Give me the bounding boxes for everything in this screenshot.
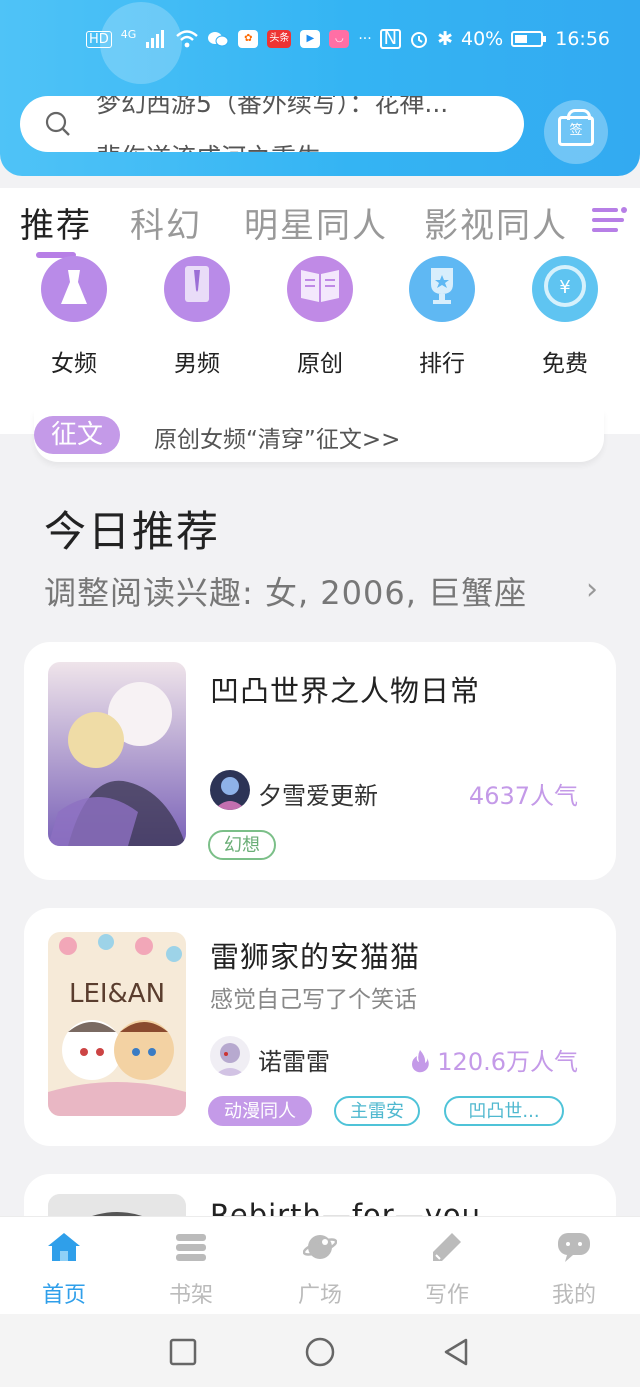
author-name: 夕雪爱更新 [258,782,378,810]
svg-text:LEI&AN: LEI&AN [69,979,165,1009]
popularity: 120.6万人气 [437,1048,578,1076]
home-circle-icon[interactable] [305,1337,335,1367]
tab-tv-fanfic[interactable]: 影视同人 [424,198,568,247]
book-tag[interactable]: 幻想 [208,830,276,860]
quick-link-male[interactable]: 男频 [152,256,242,378]
nav-write[interactable]: 写作 [402,1231,492,1309]
search-hint-scroller: 梦幻西游5（番外续写）：花禅... 悲伤逆流成河之重生 [96,96,496,152]
trophy-icon [409,256,475,322]
nfc-icon: N [379,29,402,49]
bluetooth-icon: ✱ [437,28,453,50]
nav-label: 我的 [551,1283,596,1308]
contest-tag: 征文 [34,416,120,454]
quick-link-label: 女频 [51,351,97,377]
header: HD 4G ✿ 头条 ▶ ◡ ··· N ✱ 40% 16:56 梦幻西游5（番… [0,0,640,176]
popularity: 4637人气 [468,782,578,810]
quick-link-ranking[interactable]: 排行 [397,256,487,378]
nav-square[interactable]: 广场 [275,1231,365,1309]
wifi-icon [176,30,199,48]
tab-celebrity-fanfic[interactable]: 明星同人 [244,198,388,247]
author-name: 诺雷雷 [258,1048,330,1076]
quick-links: 女频 男频 原创 排行 ¥ 免费 [0,256,640,434]
popularity-hot: 120.6万人气 [410,1042,578,1077]
nav-label: 广场 [297,1283,342,1308]
book-title: 凹凸世界之人物日常 [210,674,481,708]
bottom-navigation: 首页 书架 广场 写作 我的 [0,1216,640,1314]
book-cover[interactable] [48,662,186,846]
dress-icon [41,256,107,322]
quick-link-label: 免费 [542,351,588,377]
back-icon[interactable] [442,1337,470,1367]
quick-link-free[interactable]: ¥ 免费 [520,256,610,378]
chevron-right-icon[interactable]: › [586,572,598,607]
pen-icon [433,1233,461,1261]
checkin-button[interactable]: 签 [544,100,608,164]
more-notifications: ··· [358,31,372,47]
search-hint: 悲伤逆流成河之重生 [96,134,496,152]
quick-link-label: 原创 [297,351,343,377]
category-tabs: 推荐 科幻 明星同人 影视同人 [0,188,640,258]
signal-icon [146,30,165,48]
author-avatar[interactable] [210,1036,250,1076]
essay-contest-notice[interactable]: 征文 原创女频“清穿”征文>> [34,410,604,462]
checkin-label: 签 [569,123,583,138]
network-indicator: 4G [120,27,137,41]
home-icon [48,1233,80,1261]
book-tag[interactable]: 动漫同人 [208,1096,312,1126]
alarm-icon [411,32,428,48]
search-icon [45,111,70,136]
book-description: 感觉自己写了个笑话 [210,987,417,1013]
search-bar[interactable]: 梦幻西游5（番外续写）：花禅... 悲伤逆流成河之重生 [20,96,524,152]
reading-interest-link[interactable]: 调整阅读兴趣: 女, 2006, 巨蟹座 [44,568,527,614]
toutiao-icon: 头条 [267,30,292,48]
quick-link-label: 男频 [174,351,220,377]
nav-label: 写作 [424,1283,469,1308]
book-card[interactable]: 凹凸世界之人物日常 夕雪爱更新 4637人气 幻想 [24,642,616,880]
chat-bubble-icon [558,1233,590,1262]
youku-icon: ▶ [300,30,321,48]
hd-indicator: HD [86,30,112,48]
quick-link-label: 排行 [419,351,465,377]
contest-text: 原创女频“清穿”征文>> [154,427,401,453]
book-title: 雷狮家的安猫猫 [210,940,421,974]
tab-scifi[interactable]: 科幻 [130,198,202,247]
book-icon [287,256,353,322]
nav-label: 首页 [41,1283,86,1308]
book-card[interactable]: LEI&AN 雷狮家的安猫猫 感觉自己写了个笑话 诺雷雷 120.6万人气 动漫… [24,908,616,1146]
flame-icon [411,1050,429,1073]
recents-icon[interactable] [169,1338,197,1366]
battery-percent: 40% [461,28,504,50]
tab-recommend[interactable]: 推荐 [20,198,92,247]
book-cover[interactable]: LEI&AN [48,932,186,1116]
search-hint: 梦幻西游5（番外续写）：花禅... [96,96,449,118]
author-avatar[interactable] [210,770,250,810]
quick-link-original[interactable]: 原创 [275,256,365,378]
status-bar: HD 4G ✿ 头条 ▶ ◡ ··· N ✱ 40% 16:56 [0,18,640,62]
category-menu-icon[interactable] [590,202,630,238]
nav-label: 书架 [168,1283,213,1308]
uc-browser-icon: ✿ [238,30,259,48]
nav-home[interactable]: 首页 [19,1231,109,1309]
planet-icon [302,1235,338,1259]
app-root: HD 4G ✿ 头条 ▶ ◡ ··· N ✱ 40% 16:56 梦幻西游5（番… [0,0,640,1387]
nav-me[interactable]: 我的 [529,1231,619,1309]
app-icon: ◡ [329,30,350,48]
wechat-icon [208,32,229,47]
gift-icon: 签 [558,109,594,146]
battery-icon [511,31,547,47]
section-title: 今日推荐 [44,507,221,556]
bookshelf-icon [176,1234,206,1261]
system-navigation-bar [0,1314,640,1387]
clock: 16:56 [555,28,610,50]
svg-text:¥: ¥ [559,277,570,298]
quick-link-female[interactable]: 女频 [29,256,119,378]
book-tag[interactable]: 凹凸世... [444,1096,564,1126]
nav-bookshelf[interactable]: 书架 [146,1231,236,1309]
shirt-icon [164,256,230,322]
yuan-coin-icon: ¥ [532,256,598,322]
book-tag[interactable]: 主雷安 [334,1096,420,1126]
